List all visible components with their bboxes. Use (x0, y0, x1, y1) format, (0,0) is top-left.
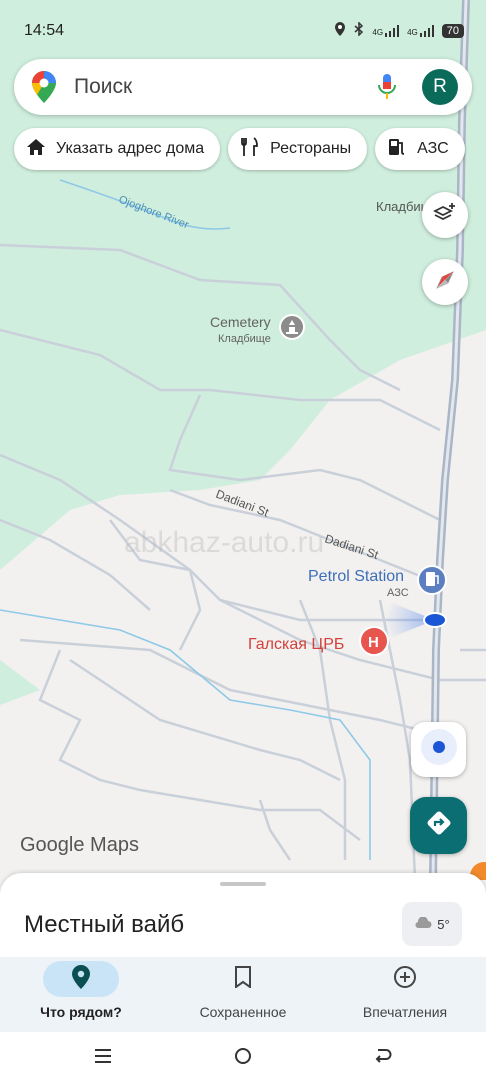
category-chips: Указать адрес дома Рестораны АЗС (14, 128, 465, 170)
chip-label: Указать адрес дома (56, 140, 205, 157)
menu-icon[interactable] (94, 1048, 112, 1069)
add-circle-icon (393, 965, 417, 994)
svg-text:H: H (368, 634, 379, 651)
back-icon[interactable] (374, 1047, 392, 1070)
microphone-icon[interactable] (378, 74, 396, 105)
tab-label: Сохраненное (199, 1004, 287, 1020)
tab-label: Впечатления (362, 1004, 448, 1020)
status-time: 14:54 (24, 22, 65, 39)
tab-active-indicator (43, 961, 119, 997)
my-location-icon (419, 727, 459, 772)
chip-label: АЗС (417, 140, 449, 157)
compass-icon (433, 268, 457, 297)
tab-label: Что рядом? (40, 1004, 122, 1020)
layers-icon (432, 201, 457, 230)
fuel-icon (387, 137, 407, 162)
fork-knife-icon (240, 136, 260, 162)
signal-icon-1: 4G (372, 24, 400, 37)
petrol-label-en: Petrol Station (308, 568, 404, 585)
location-status-icon (334, 22, 346, 39)
network-type-1: 4G (372, 27, 384, 37)
directions-icon (425, 809, 453, 842)
home-icon (26, 137, 46, 162)
current-location-icon (423, 612, 447, 628)
bottom-sheet[interactable]: Местный вайб 5° Что рядом? Сохраненное В… (0, 873, 486, 1080)
compass-button[interactable] (422, 259, 468, 305)
fuel-pin-icon[interactable] (417, 565, 447, 595)
cemetery-label-ru: Кладбище (218, 333, 271, 345)
watermark: abkhaz-auto.ru (124, 526, 324, 559)
tab-explore[interactable]: Что рядом? (0, 957, 162, 1032)
status-bar: 14:54 4G 4G 70 (0, 0, 486, 58)
weather-badge[interactable]: 5° (402, 902, 462, 946)
bottom-navigation: Что рядом? Сохраненное Впечатления (0, 957, 486, 1032)
layers-button[interactable] (422, 192, 468, 238)
location-pin-icon (72, 964, 90, 994)
sheet-title: Местный вайб (24, 911, 185, 938)
cemetery-label-en: Cemetery (210, 314, 271, 330)
drag-handle[interactable] (220, 882, 266, 886)
chip-gas-stations[interactable]: АЗС (375, 128, 465, 170)
system-navigation-bar (0, 1032, 486, 1080)
cloud-icon (414, 915, 432, 932)
hospital-label: Галская ЦРБ (248, 636, 344, 653)
account-avatar[interactable]: R (422, 69, 458, 105)
tab-saved[interactable]: Сохраненное (162, 957, 324, 1032)
my-location-button[interactable] (411, 722, 466, 777)
chip-set-home-address[interactable]: Указать адрес дома (14, 128, 221, 170)
home-circle-icon[interactable] (234, 1047, 252, 1070)
google-maps-logo: Google Maps (20, 834, 139, 856)
tab-icon-wrap (367, 961, 443, 997)
battery-icon: 70 (441, 23, 464, 38)
network-type-2: 4G (407, 27, 418, 37)
search-bar[interactable]: Поиск R (14, 59, 472, 115)
weather-temperature: 5° (437, 916, 450, 932)
cemetery-pin-icon[interactable] (279, 314, 305, 340)
signal-icon-2: 4G (407, 24, 434, 37)
bluetooth-icon (354, 21, 364, 39)
directions-button[interactable] (410, 797, 467, 854)
status-icons: 4G 4G 70 (334, 21, 464, 39)
bookmark-icon (234, 965, 252, 993)
chip-label: Рестораны (270, 140, 352, 157)
google-maps-pin-icon (32, 71, 56, 108)
tab-icon-wrap (205, 961, 281, 997)
petrol-label-ru: АЗС (387, 587, 409, 599)
search-input[interactable]: Поиск (74, 75, 132, 99)
hospital-pin-icon[interactable]: H (359, 626, 389, 656)
chip-restaurants[interactable]: Рестораны (228, 128, 368, 170)
tab-contribute[interactable]: Впечатления (324, 957, 486, 1032)
